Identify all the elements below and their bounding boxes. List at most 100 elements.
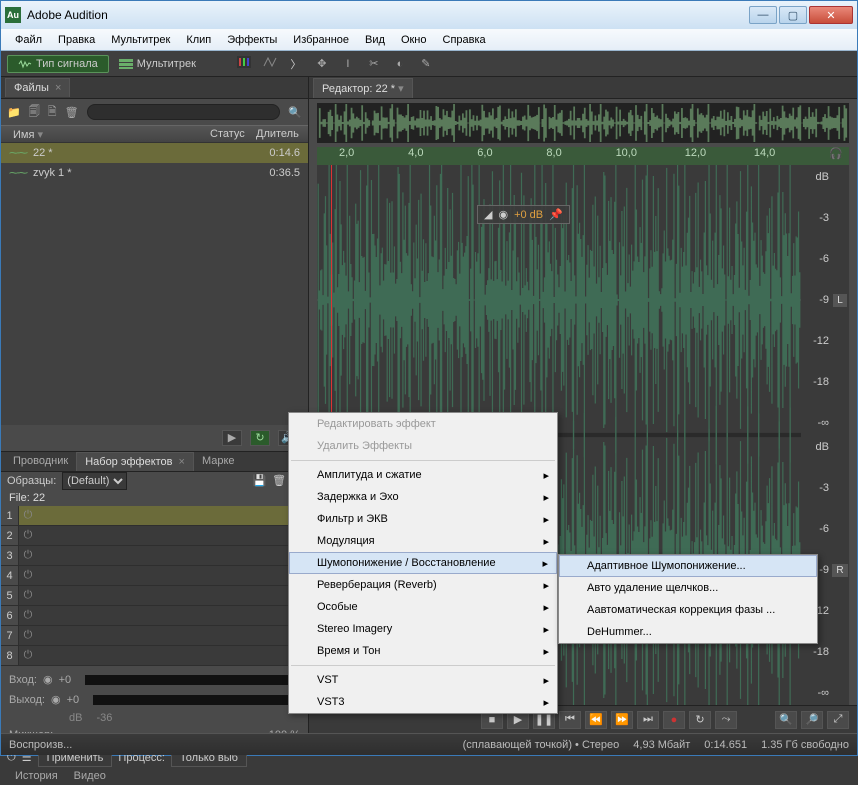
power-icon[interactable]: ⏻ [19, 509, 37, 522]
headphones-icon[interactable]: 🎧 [821, 147, 849, 165]
effect-slot[interactable]: 4⏻▸ [1, 566, 308, 586]
menu-item[interactable]: Реверберация (Reverb)▸ [289, 574, 557, 596]
menu-item[interactable]: Модуляция▸ [289, 530, 557, 552]
tab-editor[interactable]: Редактор: 22 * ▾ [313, 78, 413, 98]
close-button[interactable]: ✕ [809, 6, 853, 24]
tool-text-cursor-icon[interactable]: I [340, 58, 356, 70]
menu-item[interactable]: VST▸ [289, 669, 557, 691]
search-icon[interactable]: 🔍 [288, 106, 302, 119]
power-icon[interactable]: ⏻ [19, 589, 37, 602]
file-row[interactable]: ⁓⁓ zvyk 1 * 0:36.5 [1, 163, 308, 183]
tool-razor-icon[interactable]: ✂ [366, 57, 382, 70]
file-row[interactable]: ⁓⁓ 22 * 0:14.6 [1, 143, 308, 163]
delete-preset-icon[interactable]: 🗑 [272, 474, 286, 487]
channel-right-badge[interactable]: R [832, 564, 847, 577]
open-folder-icon[interactable]: 📁 [7, 106, 21, 119]
new-file-icon[interactable]: 🗎 [48, 103, 57, 122]
power-icon[interactable]: ⏻ [19, 629, 37, 642]
close-icon[interactable]: × [179, 456, 185, 468]
menu-file[interactable]: Файл [7, 32, 50, 48]
hud-db-value[interactable]: +0 dB [514, 209, 543, 221]
play-button[interactable]: ▶ [222, 430, 242, 446]
power-icon[interactable]: ⏻ [19, 649, 37, 662]
search-input[interactable] [87, 104, 281, 120]
submenu-item[interactable]: Авто удаление щелчков... [559, 577, 817, 599]
menu-effects[interactable]: Эффекты [219, 32, 285, 48]
effect-slot[interactable]: 8⏻▸ [1, 646, 308, 666]
menu-clip[interactable]: Клип [178, 32, 219, 48]
menu-item[interactable]: Stereo Imagery▸ [289, 618, 557, 640]
record-button[interactable]: ● [663, 711, 685, 729]
volume-hud[interactable]: ◢ ◉ +0 dB 📌 [477, 205, 570, 224]
power-icon[interactable]: ⏻ [19, 609, 37, 622]
menu-multitrack[interactable]: Мультитрек [103, 32, 178, 48]
channel-left-badge[interactable]: L [833, 294, 847, 307]
tab-markers[interactable]: Марке [194, 452, 243, 470]
menu-item[interactable]: Фильтр и ЭКВ▸ [289, 508, 557, 530]
tab-explorer[interactable]: Проводник [5, 452, 76, 470]
tool-move-icon[interactable]: ✥ [314, 57, 330, 70]
tool-heal-icon[interactable]: ◐ [392, 58, 408, 70]
minimize-button[interactable]: — [749, 6, 777, 24]
trash-icon[interactable]: 🗑 [65, 106, 79, 119]
skip-start-button[interactable]: ⏮ [559, 711, 581, 729]
forward-button[interactable]: ⏩ [611, 711, 633, 729]
close-icon[interactable]: × [55, 82, 61, 94]
knob-icon[interactable]: ◉ [498, 208, 508, 221]
col-status[interactable]: Статус [206, 128, 252, 140]
import-icon[interactable]: 🗐 [29, 103, 40, 122]
tab-effects-rack[interactable]: Набор эффектов× [76, 452, 194, 471]
save-preset-icon[interactable]: 💾 [252, 474, 266, 487]
submenu-item[interactable]: Аавтоматическая коррекция фазы ... [559, 599, 817, 621]
menu-item[interactable]: Амплитуда и сжатие▸ [289, 464, 557, 486]
menu-item[interactable]: Задержка и Эхо▸ [289, 486, 557, 508]
zoom-in-icon[interactable]: 🔍 [775, 711, 797, 729]
output-knob-icon[interactable]: ◉ [51, 693, 61, 706]
effect-slot[interactable]: 2⏻▸ [1, 526, 308, 546]
zoom-full-icon[interactable]: ⤢ [827, 711, 849, 729]
tab-history[interactable]: История [7, 767, 66, 785]
power-icon[interactable]: ⏻ [19, 569, 37, 582]
preset-select[interactable]: (Default) [62, 472, 127, 490]
mode-waveform[interactable]: Тип сигнала [7, 55, 109, 73]
submenu-item[interactable]: DeHummer... [559, 621, 817, 643]
effect-slot[interactable]: 7⏻▸ [1, 626, 308, 646]
loop-button[interactable]: ↻ [250, 430, 270, 446]
mode-multitrack[interactable]: Мультитрек [109, 56, 206, 72]
effect-slot[interactable]: 5⏻▸ [1, 586, 308, 606]
col-length[interactable]: Длитель [252, 128, 300, 140]
menu-item[interactable]: VST3▸ [289, 691, 557, 713]
zoom-out-icon[interactable]: 🔎 [801, 711, 823, 729]
skip-selection-button[interactable]: ⤳ [715, 711, 737, 729]
submenu-item[interactable]: Адаптивное Шумопонижение... [559, 555, 817, 577]
overview-waveform[interactable] [317, 103, 849, 143]
pin-icon[interactable]: 📌 [549, 208, 563, 221]
menu-window[interactable]: Окно [393, 32, 435, 48]
menu-item[interactable]: Шумопонижение / Восстановление▸ [289, 552, 557, 574]
tool-pitch-icon[interactable] [262, 56, 278, 71]
maximize-button[interactable]: ▢ [779, 6, 807, 24]
tool-cursor-icon[interactable]: 〉 [288, 56, 304, 72]
tool-spectral-icon[interactable] [236, 56, 252, 71]
power-icon[interactable]: ⏻ [19, 549, 37, 562]
rewind-button[interactable]: ⏪ [585, 711, 607, 729]
effect-slot[interactable]: 1⏻▸ [1, 506, 308, 526]
power-icon[interactable]: ⏻ [19, 529, 37, 542]
menu-edit[interactable]: Правка [50, 32, 103, 48]
tab-video[interactable]: Видео [66, 767, 114, 785]
menu-favorites[interactable]: Избранное [285, 32, 357, 48]
skip-end-button[interactable]: ⏭ [637, 711, 659, 729]
time-ruler[interactable]: 2,04,06,08,010,012,014,0 🎧 [317, 147, 849, 165]
input-knob-icon[interactable]: ◉ [43, 673, 53, 686]
output-gain[interactable]: +0 [67, 694, 80, 706]
menu-item[interactable]: Особые▸ [289, 596, 557, 618]
effect-slot[interactable]: 6⏻▸ [1, 606, 308, 626]
menu-item[interactable]: Время и Тон▸ [289, 640, 557, 662]
loop-playback-button[interactable]: ↻ [689, 711, 711, 729]
input-gain[interactable]: +0 [59, 674, 72, 686]
col-name[interactable]: Имя ▾ [9, 128, 206, 141]
menu-view[interactable]: Вид [357, 32, 393, 48]
effect-slot[interactable]: 3⏻▸ [1, 546, 308, 566]
tool-brush-icon[interactable]: ✎ [418, 57, 434, 70]
menu-help[interactable]: Справка [435, 32, 494, 48]
